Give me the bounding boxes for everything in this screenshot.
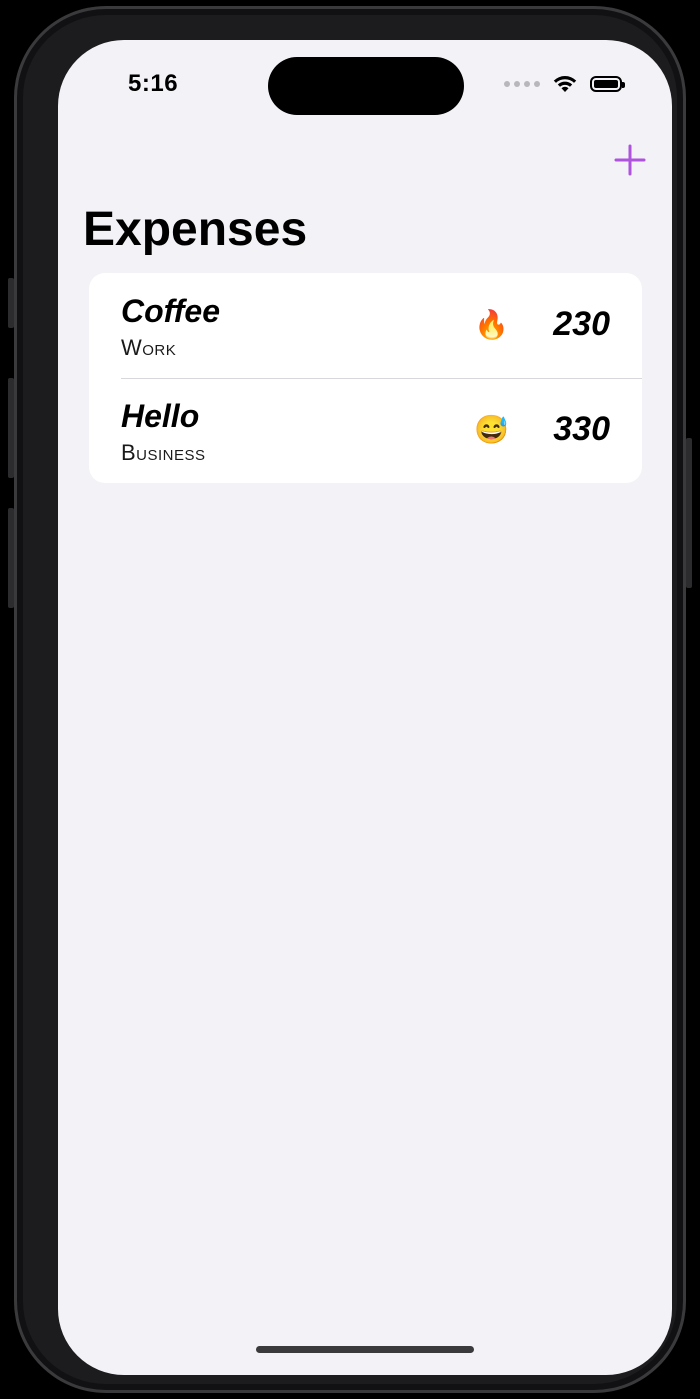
expense-name: Hello <box>121 398 200 434</box>
fire-emoji-icon: 🔥 <box>474 309 509 340</box>
add-expense-button[interactable] <box>612 142 648 178</box>
status-indicators <box>504 74 625 94</box>
phone-frame: 5:16 Expenses Coffee Work 🔥 230 Hello Bu… <box>8 6 692 1393</box>
expense-amount: 330 <box>553 410 610 448</box>
battery-icon <box>590 76 625 92</box>
wifi-icon <box>553 76 577 92</box>
expense-name: Coffee <box>121 293 220 329</box>
cellular-signal-icon <box>504 81 540 87</box>
volume-up-button <box>8 378 14 478</box>
expense-category: Business <box>121 440 206 465</box>
page-title: Expenses <box>83 203 308 256</box>
power-button <box>686 438 692 588</box>
sweat-smile-emoji-icon: 😅 <box>474 414 509 445</box>
plus-icon <box>614 144 646 176</box>
expense-row[interactable]: Coffee Work 🔥 230 <box>89 273 642 378</box>
expense-category: Work <box>121 335 177 360</box>
app-screen: 5:16 Expenses Coffee Work 🔥 230 Hello Bu… <box>58 40 672 1375</box>
home-indicator[interactable] <box>256 1346 474 1353</box>
status-time: 5:16 <box>128 70 179 97</box>
action-button <box>8 278 14 328</box>
expense-row[interactable]: Hello Business 😅 330 <box>89 378 642 483</box>
expense-amount: 230 <box>553 305 610 343</box>
volume-down-button <box>8 508 14 608</box>
expense-list: Coffee Work 🔥 230 Hello Business 😅 330 <box>89 273 642 483</box>
dynamic-island <box>268 57 464 115</box>
